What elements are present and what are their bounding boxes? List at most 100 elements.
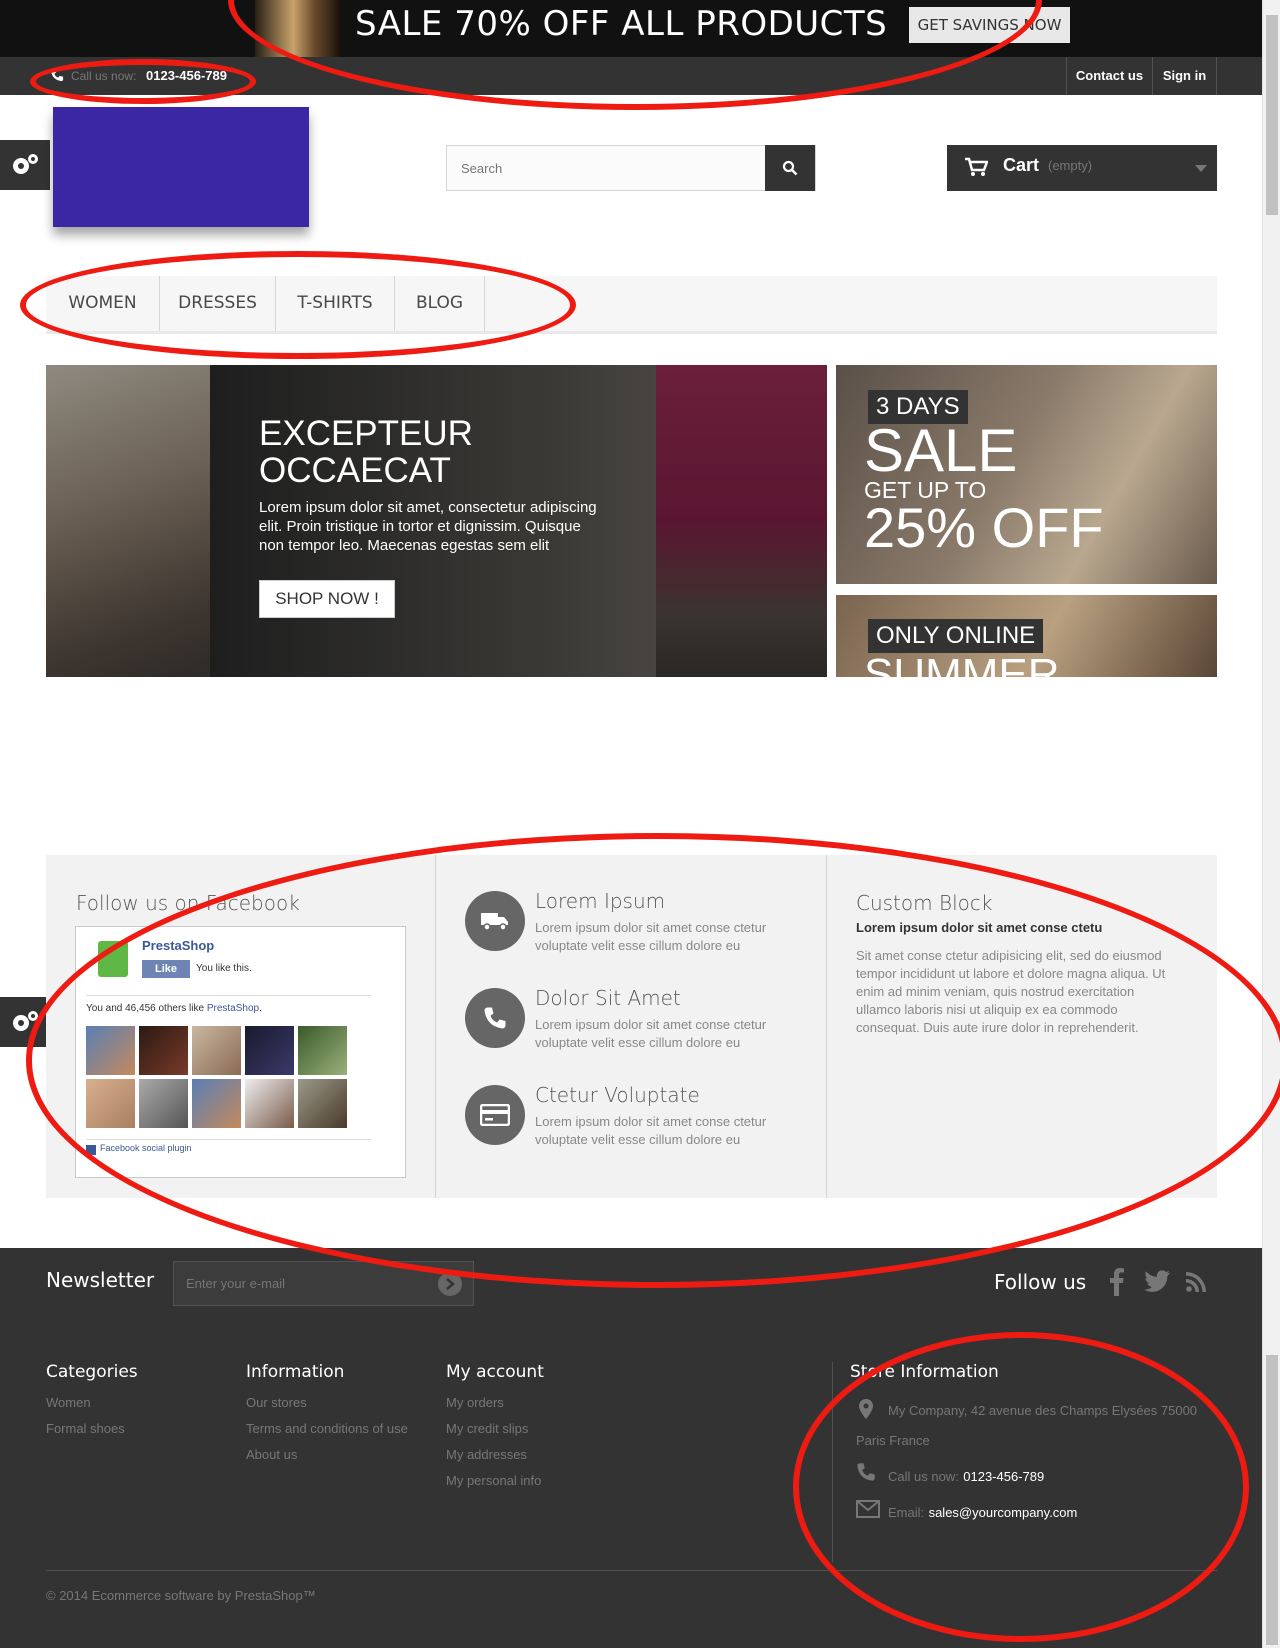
theme-config-gear-icon[interactable] (0, 997, 50, 1047)
fb-you-like: You like this. (196, 963, 252, 974)
avatar[interactable] (86, 1026, 135, 1075)
store-email-address[interactable]: sales@yourcompany.com (929, 1505, 1078, 1520)
banner-model-image (255, 0, 340, 57)
cart-block[interactable]: Cart (empty) (947, 145, 1217, 191)
footer-link[interactable]: Women (46, 1394, 138, 1412)
footer-my-account: My account My orders My credit slips My … (446, 1362, 544, 1490)
rss-icon[interactable] (1186, 1272, 1206, 1292)
copyright-text[interactable]: © 2014 Ecommerce software by PrestaShop™ (46, 1588, 316, 1603)
slider-description: Lorem ipsum dolor sit amet, consectetur … (259, 499, 597, 554)
newsletter-email-input[interactable] (174, 1262, 434, 1305)
twitter-icon[interactable] (1144, 1270, 1170, 1292)
slider-side-image (46, 365, 210, 677)
scrollbar-thumb[interactable] (1266, 15, 1278, 215)
menu-item-tshirts[interactable]: T-shirts (276, 276, 395, 331)
footer-link[interactable]: My addresses (446, 1446, 544, 1464)
footer-link[interactable]: My orders (446, 1394, 544, 1412)
sign-in-link[interactable]: Sign in (1152, 57, 1217, 95)
fb-likes-count: You and 46,456 others like PrestaShop. (86, 1003, 262, 1014)
call-us-label: Call us now: (71, 69, 137, 83)
feature-title: Lorem Ipsum (535, 889, 666, 913)
facebook-like-box[interactable]: PrestaShop Like You like this. You and 4… (75, 926, 406, 1178)
avatar[interactable] (86, 1079, 135, 1128)
call-us-phone: 0123-456-789 (146, 68, 227, 83)
phone-icon (857, 1463, 875, 1481)
facebook-icon[interactable] (1110, 1268, 1124, 1296)
phone-icon (465, 988, 525, 1048)
fb-likes-suffix: . (259, 1003, 262, 1014)
footer-link[interactable]: My personal info (446, 1472, 544, 1490)
top-nav-bar: Call us now: 0123-456-789 Contact us Sig… (0, 57, 1262, 95)
menu-item-women[interactable]: Women (46, 276, 160, 331)
search-button[interactable] (765, 145, 815, 191)
footer-link[interactable]: About us (246, 1446, 411, 1464)
avatar[interactable] (139, 1079, 188, 1128)
avatar[interactable] (139, 1026, 188, 1075)
truck-icon (465, 891, 525, 951)
store-logo[interactable] (53, 107, 309, 227)
cart-status: (empty) (1048, 158, 1093, 173)
get-savings-button[interactable]: GET SAVINGS NOW (909, 7, 1070, 43)
fb-like-label: Like (154, 963, 177, 975)
cart-label: Cart (1003, 155, 1040, 175)
newsletter-submit-button[interactable] (438, 1272, 462, 1296)
footer-link[interactable]: My credit slips (446, 1420, 544, 1438)
custom-block-text: Sit amet conse ctetur adipisicing elit, … (856, 948, 1166, 1035)
slider-model-image (656, 365, 827, 677)
newsletter-form (173, 1261, 474, 1306)
promo-discount: 25% OFF (864, 496, 1104, 559)
newsletter-bar: Newsletter Follow us (0, 1248, 1262, 1318)
contact-us-link[interactable]: Contact us (1066, 57, 1152, 95)
promo-3-days-sale[interactable]: 3 DAYS SALE GET UP TO 25% OFF (836, 365, 1217, 584)
feature-title: Dolor Sit Amet (535, 986, 681, 1010)
menu-item-blog[interactable]: Blog (395, 276, 485, 331)
footer-link[interactable]: Formal shoes (46, 1420, 138, 1438)
footer-categories: Categories Women Formal shoes (46, 1362, 138, 1438)
promo-tag: ONLY ONLINE (868, 619, 1044, 653)
avatar[interactable] (298, 1079, 347, 1128)
avatar[interactable] (298, 1026, 347, 1075)
fb-page-name[interactable]: PrestaShop (142, 938, 214, 953)
facebook-heading: Follow us on Facebook (76, 891, 300, 915)
follow-us-label: Follow us (994, 1270, 1087, 1294)
footer-link[interactable]: Terms and conditions of use (246, 1420, 411, 1438)
promo-banner[interactable]: SALE 70% OFF ALL PRODUCTS GET SAVINGS NO… (0, 0, 1262, 57)
newsletter-label: Newsletter (46, 1268, 155, 1292)
chevron-down-icon (1195, 165, 1207, 172)
footer-link[interactable]: Our stores (246, 1394, 411, 1412)
store-call-label: Call us now: (888, 1469, 959, 1484)
shop-now-button[interactable]: SHOP NOW ! (259, 580, 395, 618)
scrollbar[interactable] (1262, 0, 1280, 1648)
footer-information-title: Information (246, 1362, 345, 1382)
search-input[interactable] (447, 146, 767, 190)
footer-store-info: Store Information My Company, 42 avenue … (850, 1362, 1210, 1520)
scrollbar-thumb[interactable] (1266, 1355, 1278, 1645)
theme-config-gear-icon[interactable] (0, 140, 50, 190)
custom-block: Custom Block Lorem ipsum dolor sit amet … (827, 855, 1217, 1198)
store-address-line1: My Company, 42 avenue des Champs Elysées… (888, 1403, 1198, 1418)
store-email: Email: sales@yourcompany.com (888, 1504, 1077, 1522)
footer-categories-title: Categories (46, 1362, 138, 1382)
avatar[interactable] (192, 1026, 241, 1075)
avatar[interactable] (192, 1079, 241, 1128)
fb-plugin-label: Facebook social plugin (100, 1143, 192, 1153)
main-menu: Women Dresses T-shirts Blog (46, 276, 1217, 334)
avatar[interactable] (245, 1079, 294, 1128)
divider (832, 1362, 833, 1562)
menu-item-dresses[interactable]: Dresses (160, 276, 276, 331)
store-address-line2: Paris France (856, 1433, 930, 1448)
fb-likes-page-link[interactable]: PrestaShop (207, 1003, 259, 1014)
homepage-slider[interactable]: EXCEPTEUR OCCAECAT Lorem ipsum dolor sit… (46, 365, 827, 677)
fb-like-button[interactable]: Like (142, 960, 190, 978)
custom-block-subtitle: Lorem ipsum dolor sit amet conse ctetu (856, 920, 1103, 935)
feature-text: Lorem ipsum dolor sit amet conse ctetur … (535, 1017, 767, 1050)
envelope-icon (856, 1500, 880, 1518)
facebook-block: Follow us on Facebook PrestaShop Like Yo… (46, 855, 436, 1198)
promo-only-online[interactable]: ONLY ONLINE SUMMER (836, 595, 1217, 677)
promo-headline: SUMMER (864, 650, 1060, 678)
home-highlights: Follow us on Facebook PrestaShop Like Yo… (46, 855, 1217, 1198)
feature-text: Lorem ipsum dolor sit amet conse ctetur … (535, 920, 767, 953)
facebook-icon (86, 1145, 96, 1155)
search-bar (446, 145, 816, 191)
avatar[interactable] (245, 1026, 294, 1075)
